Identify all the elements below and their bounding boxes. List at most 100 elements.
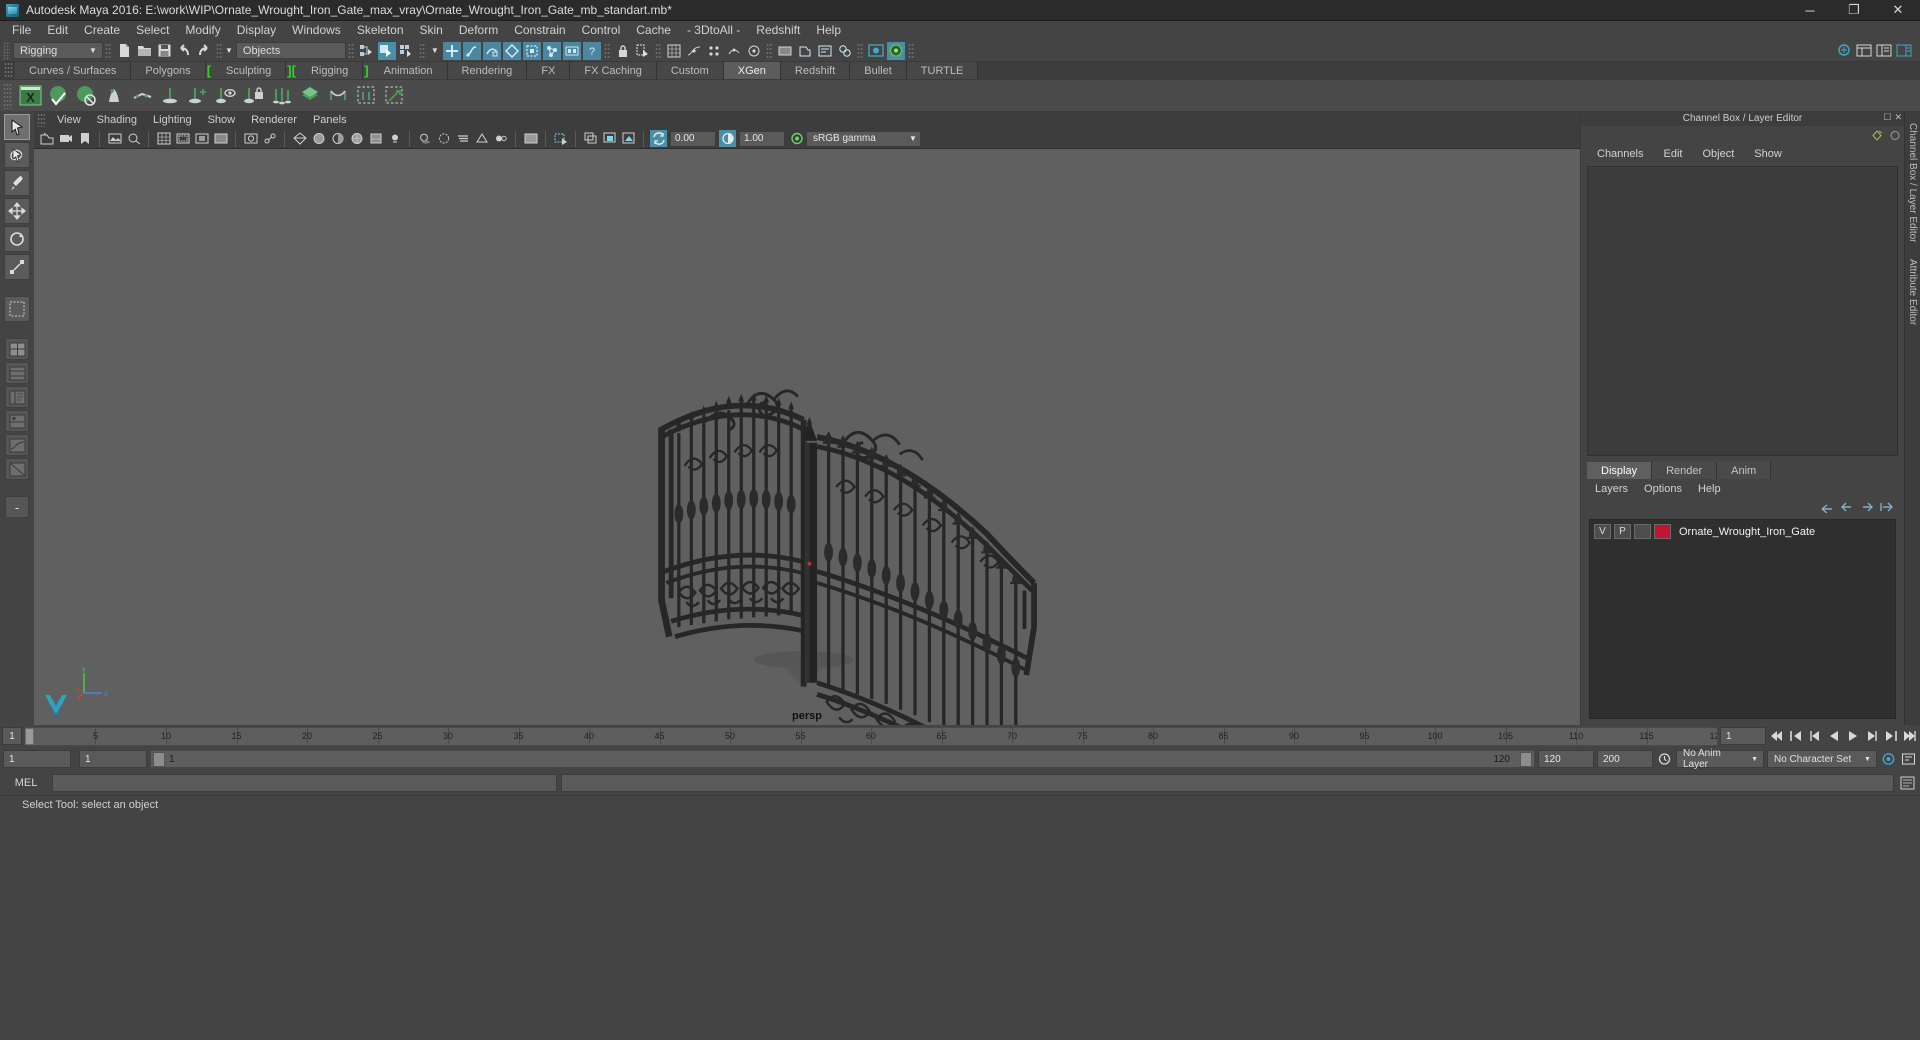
quick-layout-four-view-button[interactable] [5, 362, 29, 384]
channel-box-breakdown-icon[interactable] [1886, 126, 1904, 144]
menu-create[interactable]: Create [76, 21, 128, 40]
channelbox-menu-edit[interactable]: Edit [1653, 148, 1692, 160]
shelf-grip[interactable] [4, 62, 13, 79]
time-slider-track[interactable]: 5 10 15 20 25 30 35 40 45 50 55 60 65 70 75 80 85 90 95 100… [24, 726, 1718, 746]
lasso-tool-button[interactable] [4, 142, 30, 168]
xgen-multi-guides-icon[interactable] [269, 83, 295, 109]
xgen-region-select-icon[interactable] [353, 83, 379, 109]
playback-preferences-icon[interactable] [1900, 750, 1917, 768]
vtab-channel-box-layer-editor[interactable]: Channel Box / Layer Editor [1907, 115, 1918, 251]
select-tool-button[interactable] [4, 114, 30, 140]
open-script-editor-icon[interactable] [1898, 774, 1916, 792]
step-back-frame-icon[interactable] [1806, 727, 1823, 745]
show-hide-channel-box-button[interactable] [1895, 42, 1913, 60]
show-hide-modeling-toolkit-button[interactable] [1835, 42, 1853, 60]
grab-viewport-icon[interactable] [620, 130, 637, 147]
wireframe-shading-icon[interactable] [291, 130, 308, 147]
menu-skeleton[interactable]: Skeleton [349, 21, 412, 40]
redshift-render-button[interactable] [886, 41, 905, 60]
render-settings-button[interactable] [816, 42, 834, 60]
shadows-icon[interactable] [416, 130, 433, 147]
scale-tool-button[interactable] [4, 254, 30, 280]
xgen-eye-guide-icon[interactable] [213, 83, 239, 109]
menu-constrain[interactable]: Constrain [506, 21, 573, 40]
viewport-menu-show[interactable]: Show [200, 111, 244, 129]
show-hide-tool-settings-button[interactable] [1875, 42, 1893, 60]
new-scene-button[interactable] [115, 42, 133, 60]
current-frame-field[interactable]: 1 [1720, 727, 1766, 745]
gamma-toggle-icon[interactable] [719, 130, 736, 147]
shelf-tab-custom[interactable]: Custom [656, 62, 724, 79]
step-forward-frame-icon[interactable] [1863, 727, 1880, 745]
xgen-guides-icon[interactable] [129, 83, 155, 109]
screen-space-ao-icon[interactable] [435, 130, 452, 147]
quick-layout-outliner-persp-button[interactable] [5, 386, 29, 408]
playback-start-time-field[interactable]: 1 [79, 750, 147, 768]
play-forwards-icon[interactable] [1844, 727, 1861, 745]
shelf-tab-curves-surfaces[interactable]: Curves / Surfaces [15, 62, 132, 79]
shelf-tab-fx[interactable]: FX [527, 62, 571, 79]
mask-deformers-button[interactable] [542, 41, 561, 60]
new-layer-icon[interactable] [1880, 501, 1894, 516]
move-tool-button[interactable] [4, 198, 30, 224]
last-tool-used-button[interactable] [4, 296, 30, 322]
render-view-button[interactable] [796, 42, 814, 60]
shelf-tab-xgen[interactable]: XGen [723, 62, 781, 79]
xgen-sculpt-icon[interactable] [297, 83, 323, 109]
animation-start-time-field[interactable]: 1 [3, 750, 71, 768]
channel-box-keyframe-icon[interactable] [1868, 126, 1886, 144]
mask-handles-button[interactable] [442, 41, 461, 60]
channelbox-menu-object[interactable]: Object [1692, 148, 1744, 160]
xgen-lock-guide-icon[interactable] [241, 83, 267, 109]
mask-chevron-icon[interactable]: ▼ [431, 46, 439, 55]
xgen-export-patch-icon[interactable] [381, 83, 407, 109]
tab-render[interactable]: Render [1652, 462, 1718, 479]
color-management-toggle-icon[interactable] [650, 130, 667, 147]
play-backwards-icon[interactable] [1825, 727, 1842, 745]
xgen-move-guide-icon[interactable] [185, 83, 211, 109]
multisample-aa-icon[interactable] [473, 130, 490, 147]
tab-display[interactable]: Display [1587, 462, 1653, 479]
range-slider-track[interactable]: 1 120 [150, 750, 1535, 768]
close-button[interactable]: ✕ [1876, 0, 1920, 21]
selection-mask-combo[interactable]: Objects [235, 42, 346, 59]
shelf-tab-redshift[interactable]: Redshift [780, 62, 851, 79]
rotate-tool-button[interactable] [4, 226, 30, 252]
lock-selection-button[interactable] [614, 42, 632, 60]
move-layer-down-one-icon[interactable] [1860, 501, 1874, 516]
current-time-marker[interactable] [25, 727, 34, 745]
viewport-menu-shading[interactable]: Shading [89, 111, 145, 129]
mask-misc-button[interactable]: ? [582, 41, 601, 60]
shelf-tab-sculpting[interactable]: Sculpting [212, 62, 287, 79]
menu-cache[interactable]: Cache [628, 21, 679, 40]
xgen-preview-icon[interactable] [45, 83, 71, 109]
menu-file[interactable]: File [4, 21, 39, 40]
anim-layer-combo[interactable]: No Anim Layer ▼ [1676, 748, 1764, 770]
open-ipr-button[interactable] [867, 42, 885, 60]
layer-color-swatch[interactable] [1654, 524, 1671, 539]
quick-layout-graph-editor-button[interactable] [5, 434, 29, 456]
shelf-tab-animation[interactable]: Animation [369, 62, 448, 79]
range-left-handle[interactable] [153, 751, 165, 767]
hypershade-button[interactable] [836, 42, 854, 60]
use-all-lights-icon[interactable] [386, 130, 403, 147]
layer-visibility-toggle[interactable]: V [1594, 524, 1611, 539]
display-layers-list[interactable]: V P Ornate_Wrought_Iron_Gate [1589, 519, 1896, 719]
color-profile-combo[interactable]: sRGB gamma ▼ [806, 130, 921, 147]
resolution-gate-icon[interactable] [193, 130, 210, 147]
go-to-start-icon[interactable] [1768, 727, 1785, 745]
animation-preferences-icon[interactable] [1880, 750, 1897, 768]
animation-end-time-field[interactable]: 200 [1597, 750, 1653, 768]
bookmark-icon[interactable] [76, 130, 93, 147]
layers-menu-options[interactable]: Options [1636, 483, 1690, 495]
snap-projection-button[interactable] [725, 42, 743, 60]
go-to-end-icon[interactable] [1901, 727, 1918, 745]
highlight-selection-button[interactable] [634, 42, 652, 60]
menu-deform[interactable]: Deform [451, 21, 506, 40]
xray-selected-icon[interactable] [552, 130, 569, 147]
step-back-key-icon[interactable] [1787, 727, 1804, 745]
shelf-tab-rendering[interactable]: Rendering [447, 62, 528, 79]
show-hide-attribute-editor-button[interactable] [1855, 42, 1873, 60]
menu-edit[interactable]: Edit [39, 21, 76, 40]
two-d-pan-zoom-icon[interactable] [125, 130, 142, 147]
